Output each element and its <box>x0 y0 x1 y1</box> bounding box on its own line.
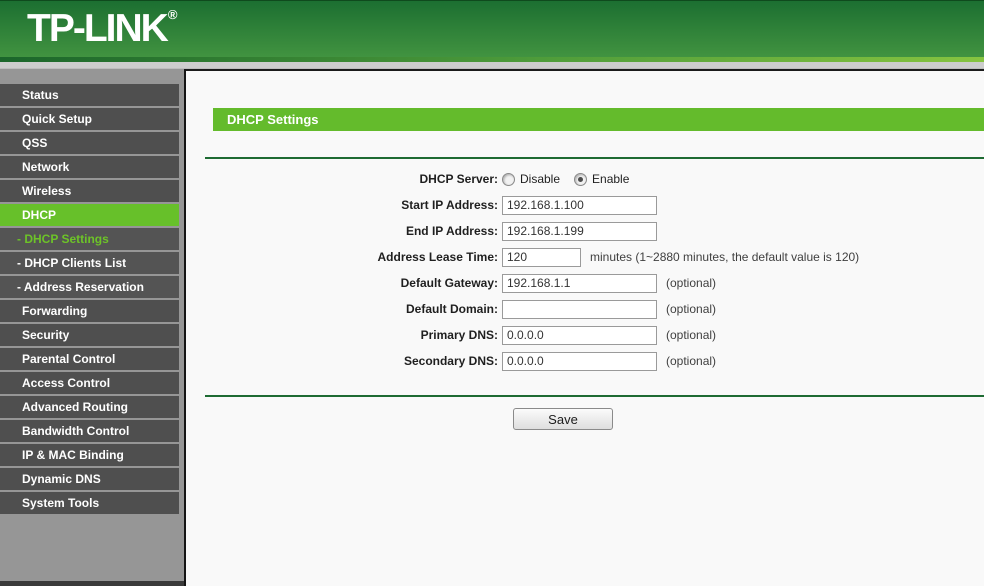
field-note: (optional) <box>666 328 717 342</box>
end-ip-address-input[interactable] <box>502 221 657 241</box>
field-note: (optional) <box>666 302 717 316</box>
field-label: Primary DNS: <box>420 328 498 342</box>
sidebar-bottom-edge <box>0 581 184 586</box>
dhcp-form-fields: Start IP Address: End IP Address: Address … <box>186 192 984 374</box>
separator <box>205 157 984 159</box>
address-lease-time-row: Address Lease Time: minutes (1~2880 minut… <box>186 244 984 270</box>
tp-link-logo: TP-LINK® <box>27 7 177 51</box>
sidebar-item-access-control[interactable]: Access Control <box>0 372 179 394</box>
separator <box>205 395 984 397</box>
sidebar-item-qss[interactable]: QSS <box>0 132 179 154</box>
dhcp-server-options: Disable Enable <box>502 172 643 186</box>
start-ip-address-input[interactable] <box>502 195 657 215</box>
sidebar-item-status[interactable]: Status <box>0 84 179 106</box>
sidebar-item-dynamic-dns[interactable]: Dynamic DNS <box>0 468 179 490</box>
sidebar-item-system-tools[interactable]: System Tools <box>0 492 179 514</box>
sidebar-item-parental-control[interactable]: Parental Control <box>0 348 179 370</box>
end-ip-address-row: End IP Address: <box>186 218 984 244</box>
radio-label: Disable <box>520 172 561 186</box>
primary-dns-row: Primary DNS: (optional) <box>186 322 984 348</box>
default-domain-row: Default Domain: (optional) <box>186 296 984 322</box>
field-value-wrap: (optional) <box>502 325 717 345</box>
default-gateway-row: Default Gateway: (optional) <box>186 270 984 296</box>
default-domain-input[interactable] <box>502 299 657 319</box>
address-lease-time-input[interactable] <box>502 247 581 267</box>
field-value-wrap <box>502 195 657 215</box>
field-note: (optional) <box>666 276 717 290</box>
save-button[interactable]: Save <box>513 408 613 430</box>
field-value-wrap: (optional) <box>502 351 717 371</box>
save-row: Save <box>186 408 984 430</box>
sidebar-item-bandwidth-control[interactable]: Bandwidth Control <box>0 420 179 442</box>
sidebar-item-wireless[interactable]: Wireless <box>0 180 179 202</box>
radio-icon[interactable] <box>502 172 515 186</box>
dhcp-server-enable-radio[interactable]: Enable <box>574 172 629 186</box>
sidebar-item-dhcp-clients-list[interactable]: - DHCP Clients List <box>0 252 179 274</box>
sidebar-item-quick-setup[interactable]: Quick Setup <box>0 108 179 130</box>
dhcp-settings-form: DHCP Server: Disable Enable Start IP Addr… <box>186 166 984 374</box>
sidebar-item-dhcp-settings[interactable]: - DHCP Settings <box>0 228 179 250</box>
field-label: DHCP Server: <box>419 172 498 186</box>
field-label: Default Domain: <box>405 302 498 316</box>
page-title: DHCP Settings <box>213 108 984 131</box>
dhcp-server-row: DHCP Server: Disable Enable <box>186 166 984 192</box>
registered-trademark-icon: ® <box>167 7 178 22</box>
main-content: DHCP Settings DHCP Server: Disable Enable… <box>186 69 984 586</box>
header-gray-strip <box>0 62 984 69</box>
start-ip-address-row: Start IP Address: <box>186 192 984 218</box>
field-value-wrap <box>502 221 657 241</box>
sidebar-menu: Status Quick Setup QSS Network Wireless DHCP -… <box>0 69 184 514</box>
field-label: Address Lease Time: <box>377 250 499 264</box>
field-label: End IP Address: <box>405 224 498 238</box>
dhcp-server-disable-radio[interactable]: Disable <box>502 172 560 186</box>
radio-icon[interactable] <box>574 172 588 186</box>
page: TP-LINK® Status Quick Setup QSS Network Wire… <box>0 0 984 586</box>
sidebar-item-dhcp[interactable]: DHCP <box>0 204 179 226</box>
field-label: Secondary DNS: <box>403 354 498 368</box>
logo-text: TP-LINK <box>27 7 169 50</box>
default-gateway-input[interactable] <box>502 273 657 293</box>
secondary-dns-input[interactable] <box>502 351 657 371</box>
sidebar-item-address-reservation[interactable]: - Address Reservation <box>0 276 179 298</box>
primary-dns-input[interactable] <box>502 325 657 345</box>
field-label: Default Gateway: <box>400 276 498 290</box>
field-label: Start IP Address: <box>401 198 498 212</box>
field-value-wrap: (optional) <box>502 273 717 293</box>
header: TP-LINK® <box>0 0 984 57</box>
sidebar-item-forwarding[interactable]: Forwarding <box>0 300 179 322</box>
field-note: minutes (1~2880 minutes, the default val… <box>590 250 860 264</box>
field-note: (optional) <box>666 354 717 368</box>
sidebar-item-security[interactable]: Security <box>0 324 179 346</box>
radio-label: Enable <box>592 172 630 186</box>
sidebar-item-advanced-routing[interactable]: Advanced Routing <box>0 396 179 418</box>
sidebar-item-ip-mac-binding[interactable]: IP & MAC Binding <box>0 444 179 466</box>
field-value-wrap: (optional) <box>502 299 717 319</box>
sidebar: Status Quick Setup QSS Network Wireless DHCP -… <box>0 69 186 586</box>
field-value-wrap: minutes (1~2880 minutes, the default val… <box>502 247 860 267</box>
sidebar-item-network[interactable]: Network <box>0 156 179 178</box>
secondary-dns-row: Secondary DNS: (optional) <box>186 348 984 374</box>
